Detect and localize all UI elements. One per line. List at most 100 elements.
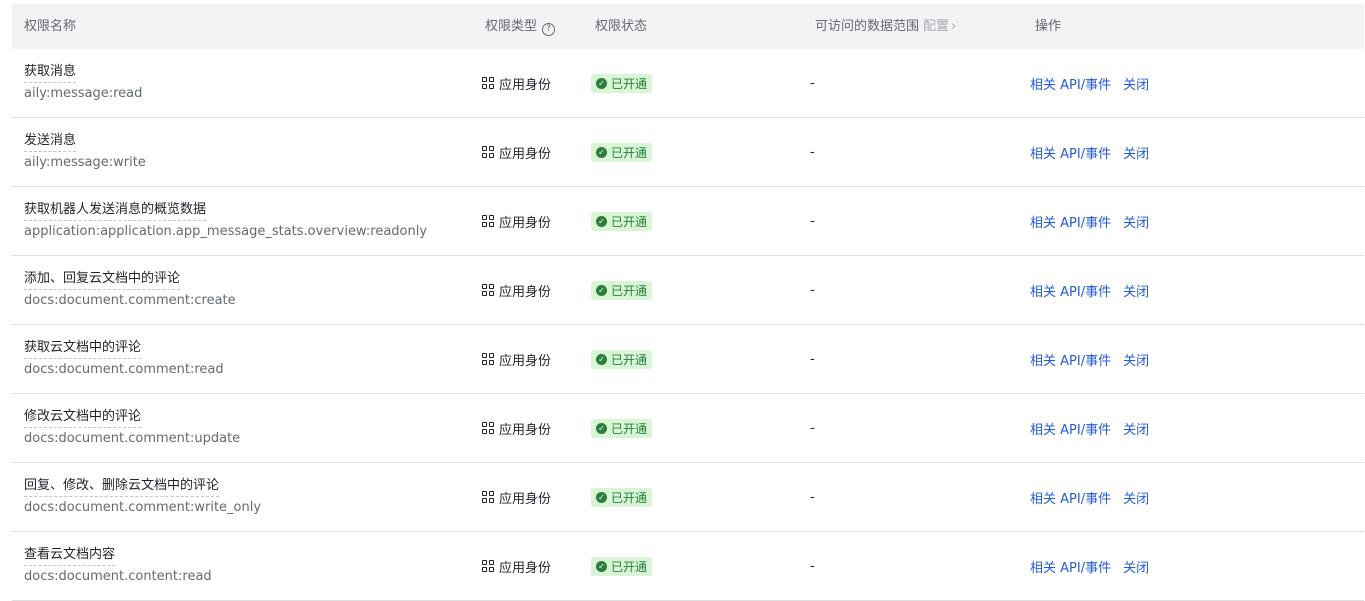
table-row: 查看云文档内容 docs:document.content:read 应用身份 … (12, 532, 1364, 601)
data-scope-cell: - (810, 558, 815, 574)
status-label: 已开通 (611, 283, 648, 298)
check-circle-icon: ✓ (596, 422, 607, 434)
table-row: 修改云文档中的评论 docs:document.comment:update 应… (12, 394, 1364, 463)
table-row: 回复、修改、删除云文档中的评论 docs:document.comment:wr… (12, 463, 1364, 532)
close-permission-link[interactable]: 关闭 (1123, 281, 1149, 300)
permission-title[interactable]: 发送消息 (24, 131, 77, 152)
close-permission-link[interactable]: 关闭 (1123, 557, 1149, 576)
status-label: 已开通 (611, 421, 648, 436)
related-api-link[interactable]: 相关 API/事件 (1030, 488, 1111, 507)
table-row: 获取机器人发送消息的概览数据 application:application.a… (12, 187, 1364, 256)
chevron-right-icon[interactable]: › (951, 19, 956, 34)
related-api-link[interactable]: 相关 API/事件 (1030, 419, 1111, 438)
status-badge: ✓ 已开通 (591, 142, 653, 162)
close-permission-link[interactable]: 关闭 (1123, 212, 1149, 231)
operations-cell: 相关 API/事件 关闭 (1030, 463, 1149, 531)
table-row: 获取云文档中的评论 docs:document.comment:read 应用身… (12, 325, 1364, 394)
data-scope-cell: - (810, 489, 815, 505)
permission-title[interactable]: 查看云文档内容 (24, 545, 116, 566)
permission-key: docs:document.comment:update (24, 431, 241, 446)
grid-icon (482, 491, 494, 503)
permission-title[interactable]: 获取消息 (24, 62, 77, 83)
status-label: 已开通 (611, 145, 648, 160)
grid-icon (482, 77, 494, 89)
data-scope-cell: - (810, 282, 815, 298)
grid-icon (482, 284, 494, 296)
status-badge: ✓ 已开通 (591, 211, 653, 231)
permission-type: 应用身份 (499, 284, 552, 300)
table-row: 添加、回复云文档中的评论 docs:document.comment:creat… (12, 256, 1364, 325)
related-api-link[interactable]: 相关 API/事件 (1030, 350, 1111, 369)
permission-status-cell: ✓ 已开通 (591, 49, 653, 117)
status-label: 已开通 (611, 352, 648, 367)
status-badge: ✓ 已开通 (591, 487, 653, 507)
permission-type: 应用身份 (499, 77, 552, 93)
operations-cell: 相关 API/事件 关闭 (1030, 187, 1149, 255)
grid-icon (482, 353, 494, 365)
permission-type: 应用身份 (499, 215, 552, 231)
col-permission-status: 权限状态 (595, 19, 648, 34)
related-api-link[interactable]: 相关 API/事件 (1030, 74, 1111, 93)
permission-title[interactable]: 修改云文档中的评论 (24, 407, 142, 428)
close-permission-link[interactable]: 关闭 (1123, 350, 1149, 369)
permission-name-cell: 回复、修改、删除云文档中的评论 docs:document.comment:wr… (24, 463, 261, 531)
grid-icon (482, 560, 494, 572)
col-permission-name: 权限名称 (24, 19, 77, 34)
permission-key: docs:document.comment:read (24, 362, 224, 377)
permission-name-cell: 获取云文档中的评论 docs:document.comment:read (24, 325, 224, 393)
status-badge: ✓ 已开通 (591, 349, 653, 369)
permission-type: 应用身份 (499, 146, 552, 162)
col-data-scope: 可访问的数据范围 配置 › (815, 4, 956, 49)
permission-status-cell: ✓ 已开通 (591, 532, 653, 600)
close-permission-link[interactable]: 关闭 (1123, 143, 1149, 162)
related-api-link[interactable]: 相关 API/事件 (1030, 557, 1111, 576)
permission-title[interactable]: 回复、修改、删除云文档中的评论 (24, 476, 220, 497)
permission-key: docs:document.comment:create (24, 293, 236, 308)
close-permission-link[interactable]: 关闭 (1123, 419, 1149, 438)
grid-icon (482, 146, 494, 158)
permission-name-cell: 添加、回复云文档中的评论 docs:document.comment:creat… (24, 256, 236, 324)
scope-config-link[interactable]: 配置 (923, 19, 949, 34)
check-circle-icon: ✓ (596, 146, 607, 158)
permission-type-cell: 应用身份 (482, 118, 551, 186)
permission-name-cell: 获取消息 aily:message:read (24, 49, 142, 117)
grid-icon (482, 422, 494, 434)
check-circle-icon: ✓ (596, 491, 607, 503)
permission-status-cell: ✓ 已开通 (591, 325, 653, 393)
data-scope-cell: - (810, 144, 815, 160)
permission-status-cell: ✓ 已开通 (591, 394, 653, 462)
status-label: 已开通 (611, 559, 648, 574)
related-api-link[interactable]: 相关 API/事件 (1030, 281, 1111, 300)
status-label: 已开通 (611, 490, 648, 505)
related-api-link[interactable]: 相关 API/事件 (1030, 143, 1111, 162)
permission-status-cell: ✓ 已开通 (591, 187, 653, 255)
permission-name-cell: 查看云文档内容 docs:document.content:read (24, 532, 212, 600)
permission-type-cell: 应用身份 (482, 187, 551, 255)
permission-status-cell: ✓ 已开通 (591, 463, 653, 531)
permission-title[interactable]: 获取机器人发送消息的概览数据 (24, 200, 207, 221)
close-permission-link[interactable]: 关闭 (1123, 74, 1149, 93)
status-badge: ✓ 已开通 (591, 556, 653, 576)
status-label: 已开通 (611, 214, 648, 229)
permission-title[interactable]: 添加、回复云文档中的评论 (24, 269, 181, 290)
help-circle-icon[interactable]: ? (542, 23, 556, 36)
data-scope-cell: - (810, 75, 815, 91)
permission-title[interactable]: 获取云文档中的评论 (24, 338, 142, 359)
close-permission-link[interactable]: 关闭 (1123, 488, 1149, 507)
permission-key: docs:document.content:read (24, 569, 212, 584)
permissions-table: 权限名称 权限类型? 权限状态 可访问的数据范围 配置 › 操作 获取消息 aily… (12, 4, 1364, 601)
permission-key: docs:document.comment:write_only (24, 500, 262, 515)
permission-name-cell: 获取机器人发送消息的概览数据 application:application.a… (24, 187, 427, 255)
permission-type-cell: 应用身份 (482, 325, 551, 393)
check-circle-icon: ✓ (596, 353, 607, 365)
permission-type-cell: 应用身份 (482, 394, 551, 462)
permission-name-cell: 发送消息 aily:message:write (24, 118, 146, 186)
status-label: 已开通 (611, 76, 648, 91)
permission-type-cell: 应用身份 (482, 49, 551, 117)
data-scope-cell: - (810, 351, 815, 367)
permission-status-cell: ✓ 已开通 (591, 118, 653, 186)
related-api-link[interactable]: 相关 API/事件 (1030, 212, 1111, 231)
col-operations: 操作 (1035, 19, 1062, 34)
col-permission-type-label: 权限类型 (485, 19, 538, 34)
data-scope-cell: - (810, 213, 815, 229)
